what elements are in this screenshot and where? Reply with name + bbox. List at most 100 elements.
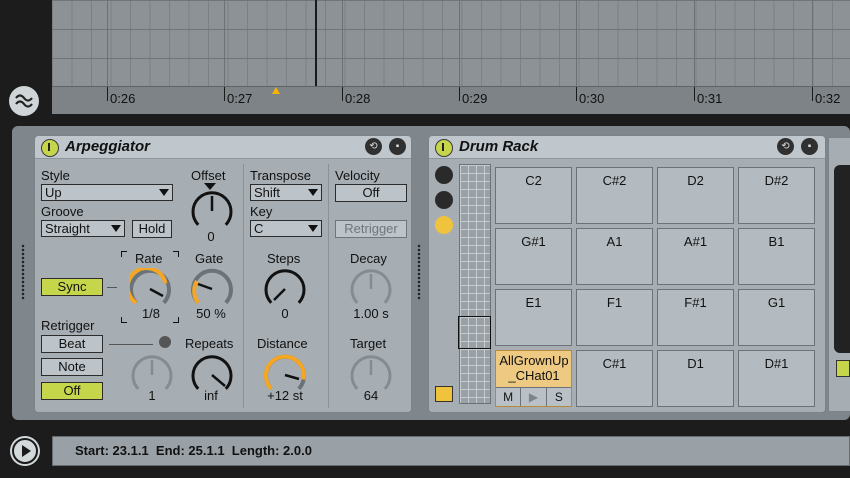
distance-value: +12 st: [267, 388, 303, 403]
pad-view-icon[interactable]: [435, 216, 453, 234]
drum-pad[interactable]: A#1: [657, 228, 734, 285]
offset-knob[interactable]: [191, 190, 233, 232]
hot-swap-icon[interactable]: ⟲: [777, 138, 794, 155]
sync-connector: [107, 287, 117, 288]
mute-button[interactable]: M: [496, 388, 522, 406]
target-value: 64: [363, 388, 379, 403]
repeats-value: inf: [204, 388, 218, 403]
gate-knob[interactable]: [191, 268, 233, 310]
velocity-label: Velocity: [335, 168, 380, 183]
target-label: Target: [350, 336, 387, 351]
time-label: 0:28: [345, 91, 371, 106]
drum-rack-device: Drum Rack ⟲ ▪ C2 C#2 D2 D#2 G#1 A1 A#1 B…: [428, 135, 826, 413]
time-ruler[interactable]: 0:26 0:27 0:28 0:29 0:30 0:31 0:32: [52, 86, 850, 114]
device-header: Drum Rack ⟲ ▪: [429, 136, 825, 159]
save-preset-icon[interactable]: ▪: [801, 138, 818, 155]
chevron-down-icon: [308, 189, 318, 196]
next-device-display: [834, 165, 850, 353]
steps-value: 0: [281, 306, 289, 321]
device-grip-middle[interactable]: [417, 244, 421, 300]
time-label: 0:30: [579, 91, 605, 106]
decay-label: Decay: [350, 251, 387, 266]
loop-marker[interactable]: [272, 87, 280, 94]
key-value: C: [254, 221, 264, 236]
solo-button[interactable]: S: [547, 388, 571, 406]
pad-sample-name: AllGrownUp_CHat01: [499, 353, 569, 383]
time-label: 0:26: [110, 91, 136, 106]
time-label: 0:31: [697, 91, 723, 106]
drum-pad[interactable]: D#2: [738, 167, 815, 224]
device-header: Arpeggiator ⟲ ▪: [35, 136, 411, 159]
next-device-toggle[interactable]: [836, 360, 850, 377]
drum-pad[interactable]: D#1: [738, 350, 815, 407]
retrigger-led: [159, 336, 171, 348]
drum-pad[interactable]: D2: [657, 167, 734, 224]
gate-label: Gate: [195, 251, 224, 266]
drum-pad[interactable]: F1: [576, 289, 653, 346]
device-power-icon[interactable]: [435, 139, 453, 157]
drum-pad[interactable]: G1: [738, 289, 815, 346]
offset-value: 0: [207, 229, 215, 244]
drum-pad-loaded[interactable]: AllGrownUp_CHat01 M ▶ S: [495, 350, 572, 407]
save-preset-icon[interactable]: ▪: [389, 138, 406, 155]
offset-pointer-icon: [204, 183, 216, 190]
drum-pad[interactable]: D1: [657, 350, 734, 407]
retrigger-off-button[interactable]: Off: [41, 382, 103, 400]
steps-knob[interactable]: [264, 268, 306, 310]
key-dropdown[interactable]: C: [250, 220, 322, 237]
device-grip-left[interactable]: [21, 244, 25, 300]
io-toggle-icon[interactable]: [435, 386, 453, 402]
velocity-retrigger-button[interactable]: Retrigger: [335, 220, 407, 238]
transpose-value: Shift: [254, 185, 281, 200]
automation-wave-icon[interactable]: [9, 86, 39, 116]
drum-pad[interactable]: C#2: [576, 167, 653, 224]
play-icon[interactable]: [10, 436, 40, 466]
device-power-icon[interactable]: [41, 139, 59, 157]
retrigger-beat-button[interactable]: Beat: [41, 335, 103, 353]
pad-overview-selection[interactable]: [458, 316, 491, 349]
distance-label: Distance: [257, 336, 308, 351]
sync-button[interactable]: Sync: [41, 278, 103, 296]
decay-value: 1.00 s: [353, 306, 389, 321]
key-label: Key: [250, 204, 273, 219]
style-dropdown[interactable]: Up: [41, 184, 173, 201]
velocity-toggle[interactable]: Off: [335, 184, 407, 202]
clip-grid[interactable]: [52, 0, 850, 86]
chevron-down-icon: [159, 189, 169, 196]
hold-button[interactable]: Hold: [132, 220, 172, 238]
chain-list-icon[interactable]: [435, 191, 453, 209]
rate-knob[interactable]: [129, 268, 171, 310]
macro-view-icon[interactable]: [435, 166, 453, 184]
retrigger-label: Retrigger: [41, 318, 95, 333]
time-label: 0:29: [462, 91, 488, 106]
repeats-label: Repeats: [185, 336, 234, 351]
playhead: [315, 0, 317, 86]
drum-pad[interactable]: B1: [738, 228, 815, 285]
drum-pad[interactable]: F#1: [657, 289, 734, 346]
drum-pad[interactable]: E1: [495, 289, 572, 346]
groove-label: Groove: [41, 204, 84, 219]
arpeggiator-device: Arpeggiator ⟲ ▪ Style Up Groove Straight…: [34, 135, 412, 413]
device-title: Arpeggiator: [65, 138, 151, 155]
drum-pad[interactable]: G#1: [495, 228, 572, 285]
rate-value: 1/8: [141, 306, 161, 321]
style-label: Style: [41, 168, 70, 183]
decay-knob[interactable]: [350, 268, 392, 310]
arrangement-view: 0:26 0:27 0:28 0:29 0:30 0:31 0:32: [0, 0, 850, 120]
repeats-left-value: 1: [148, 388, 156, 403]
selection-info: Start: 23.1.1 End: 25.1.1 Length: 2.0.0: [75, 443, 312, 458]
drum-pad[interactable]: C2: [495, 167, 572, 224]
offset-label: Offset: [191, 168, 226, 183]
retrigger-note-button[interactable]: Note: [41, 358, 103, 376]
hot-swap-icon[interactable]: ⟲: [365, 138, 382, 155]
drum-pad[interactable]: A1: [576, 228, 653, 285]
transpose-dropdown[interactable]: Shift: [250, 184, 322, 201]
time-label: 0:27: [227, 91, 253, 106]
transpose-label: Transpose: [250, 168, 311, 183]
preview-play-icon[interactable]: ▶: [521, 388, 547, 406]
chevron-down-icon: [111, 225, 121, 232]
groove-dropdown[interactable]: Straight: [41, 220, 125, 237]
pad-controls: M ▶ S: [496, 387, 571, 406]
drum-pad[interactable]: C#1: [576, 350, 653, 407]
pad-overview[interactable]: [459, 164, 491, 404]
